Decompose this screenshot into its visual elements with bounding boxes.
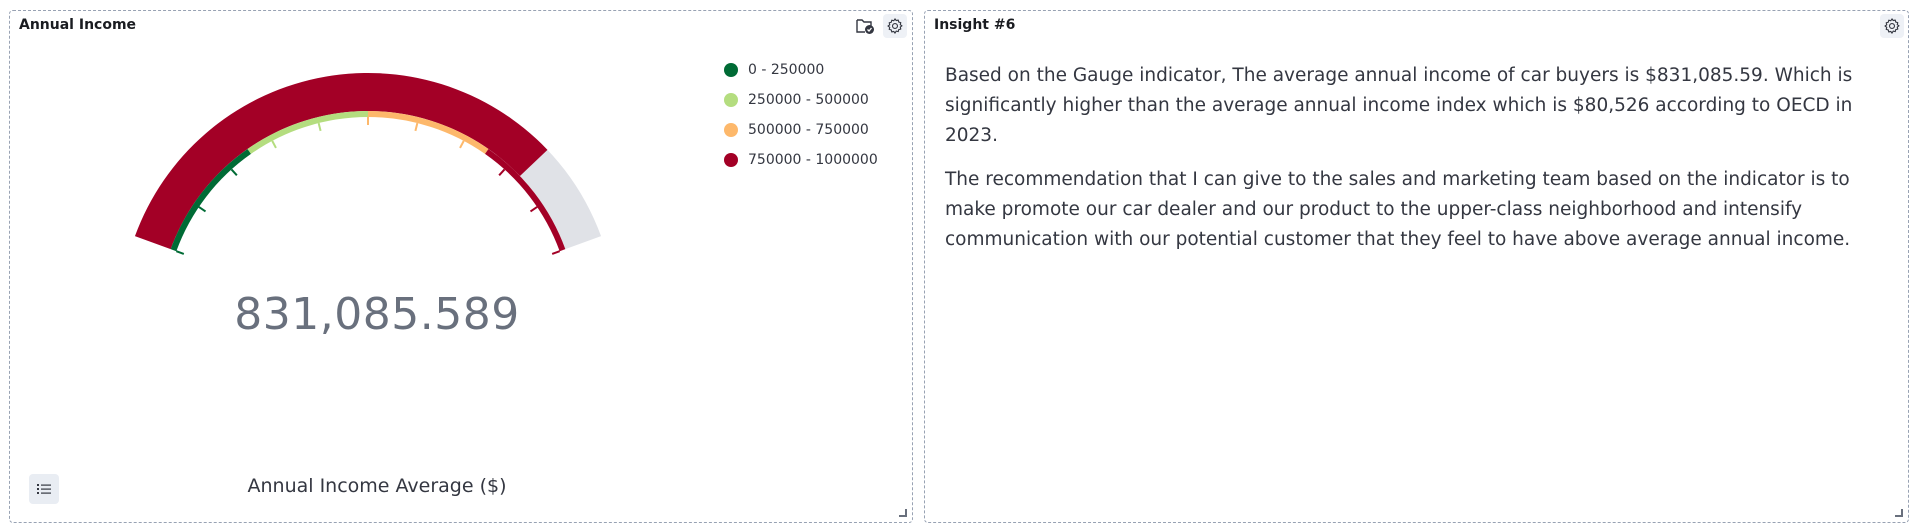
resize-handle[interactable] [1895,509,1903,517]
gauge-value-arc [134,73,548,250]
legend-swatch [724,93,738,107]
gauge-tick [230,168,238,177]
legend-label: 250000 - 500000 [748,92,869,108]
gauge-tick [498,168,506,177]
legend-label: 500000 - 750000 [748,122,869,138]
legend-item[interactable]: 500000 - 750000 [724,115,878,145]
legend-swatch [724,153,738,167]
gauge-label: Annual Income Average ($) [247,475,507,497]
panel-title: Insight #6 [934,17,1016,33]
legend-item[interactable]: 0 - 250000 [724,55,878,85]
gauge-tick [271,140,277,149]
list-icon[interactable] [29,474,59,504]
legend-swatch [724,63,738,77]
annual-income-panel: Annual Income 831,085.589 Annual Income … [9,10,913,523]
gauge-tick [459,140,465,149]
insight-paragraph: Based on the Gauge indicator, The averag… [945,65,1853,146]
insight-paragraph: The recommendation that I can give to th… [945,169,1851,250]
legend-swatch [724,123,738,137]
gauge-value: 831,085.589 [234,289,520,340]
legend-label: 750000 - 1000000 [748,152,878,168]
gauge-tick [414,122,419,132]
gauge-tick [317,122,322,132]
insight-panel: Insight #6 Based on the Gauge indicator,… [924,10,1909,523]
legend-item[interactable]: 750000 - 1000000 [724,145,878,175]
legend-label: 0 - 250000 [748,62,825,78]
gauge-tick [551,250,561,255]
insight-text: Based on the Gauge indicator, The averag… [945,61,1875,269]
gauge-tick [529,206,538,213]
resize-handle[interactable] [899,509,907,517]
legend: 0 - 250000 250000 - 500000 500000 - 7500… [724,55,878,175]
gauge-tick [198,206,207,213]
legend-item[interactable]: 250000 - 500000 [724,85,878,115]
gear-icon[interactable] [1880,14,1904,38]
gauge-tick [175,250,185,255]
